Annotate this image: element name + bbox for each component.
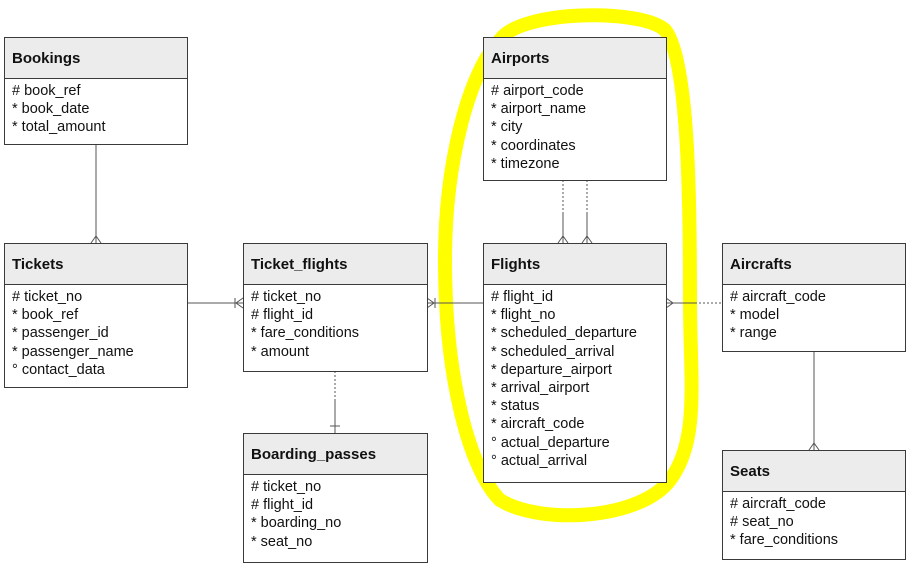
attribute: * aircraft_code [491, 416, 585, 433]
attribute: * book_date [12, 101, 90, 118]
attribute: * passenger_id [12, 325, 109, 342]
attribute: # flight_id [251, 307, 314, 324]
attribute: # ticket_no [251, 479, 322, 495]
entity-title: Aircrafts [723, 244, 905, 285]
entity-ticket-flights[interactable]: Ticket_flights # ticket_no # flight_id *… [243, 243, 428, 372]
entity-boarding-passes[interactable]: Boarding_passes # ticket_no # flight_id … [243, 433, 428, 563]
entity-title: Airports [484, 38, 666, 79]
attribute: ° actual_arrival [491, 452, 588, 469]
attribute: # book_ref [12, 83, 81, 99]
attribute: # aircraft_code [730, 289, 826, 305]
entity-title: Seats [723, 451, 905, 492]
attribute: * model [730, 307, 780, 324]
attribute: # ticket_no [251, 289, 322, 305]
attribute: * amount [251, 343, 310, 360]
entity-flights[interactable]: Flights # flight_id * flight_no * schedu… [483, 243, 667, 483]
attribute: * fare_conditions [251, 325, 360, 342]
rel-bookings-tickets [90, 144, 102, 244]
attribute: ° actual_departure [491, 434, 610, 451]
entity-airports[interactable]: Airports # airport_code * airport_name *… [483, 37, 667, 181]
rel-ticket-flights-boarding-passes [330, 371, 340, 433]
attribute: * coordinates [491, 137, 576, 154]
rel-aircrafts-seats [808, 351, 820, 451]
entity-title: Bookings [5, 38, 187, 79]
attribute-list: # ticket_no # flight_id * boarding_no * … [244, 475, 427, 551]
entity-title: Boarding_passes [244, 434, 427, 475]
attribute: * scheduled_arrival [491, 343, 615, 360]
entity-title: Ticket_flights [244, 244, 427, 285]
attribute-list: # book_ref * book_date * total_amount [5, 79, 187, 137]
rel-airports-flights-departure [557, 180, 569, 244]
attribute: * book_ref [12, 307, 79, 324]
entity-aircrafts[interactable]: Aircrafts # aircraft_code * model * rang… [722, 243, 906, 352]
attribute: * seat_no [251, 533, 313, 550]
attribute: * airport_name [491, 101, 587, 118]
attribute: * flight_no [491, 307, 556, 324]
attribute: * fare_conditions [730, 532, 839, 549]
attribute: * city [491, 119, 523, 136]
entity-tickets[interactable]: Tickets # ticket_no * book_ref * passeng… [4, 243, 188, 388]
attribute-list: # aircraft_code # seat_no * fare_conditi… [723, 492, 905, 550]
attribute: ° contact_data [12, 361, 105, 378]
attribute: * total_amount [12, 119, 106, 136]
attribute: * timezone [491, 155, 560, 172]
attribute: * range [730, 325, 777, 342]
attribute: * passenger_name [12, 343, 134, 360]
attribute-list: # ticket_no * book_ref * passenger_id * … [5, 285, 187, 379]
entity-title: Flights [484, 244, 666, 285]
entity-seats[interactable]: Seats # aircraft_code # seat_no * fare_c… [722, 450, 906, 560]
attribute: # seat_no [730, 514, 794, 531]
attribute: # aircraft_code [730, 496, 826, 512]
rel-airports-flights-arrival [581, 180, 593, 244]
attribute: * arrival_airport [491, 380, 590, 397]
attribute-list: # aircraft_code * model * range [723, 285, 905, 343]
attribute-list: # flight_id * flight_no * scheduled_depa… [484, 285, 666, 470]
attribute: * departure_airport [491, 361, 612, 378]
attribute: * scheduled_departure [491, 325, 637, 342]
rel-flights-ticket-flights [426, 297, 483, 309]
attribute: * status [491, 398, 540, 415]
attribute-list: # ticket_no # flight_id * fare_condition… [244, 285, 427, 361]
attribute-list: # airport_code * airport_name * city * c… [484, 79, 666, 173]
entity-title: Tickets [5, 244, 187, 285]
attribute: # flight_id [491, 289, 554, 305]
attribute: # flight_id [251, 497, 314, 514]
er-diagram: Bookings # book_ref * book_date * total_… [0, 0, 924, 569]
attribute: # airport_code [491, 83, 584, 99]
attribute: # ticket_no [12, 289, 83, 305]
attribute: * boarding_no [251, 515, 342, 532]
entity-bookings[interactable]: Bookings # book_ref * book_date * total_… [4, 37, 188, 145]
rel-tickets-ticket-flights [187, 297, 244, 309]
